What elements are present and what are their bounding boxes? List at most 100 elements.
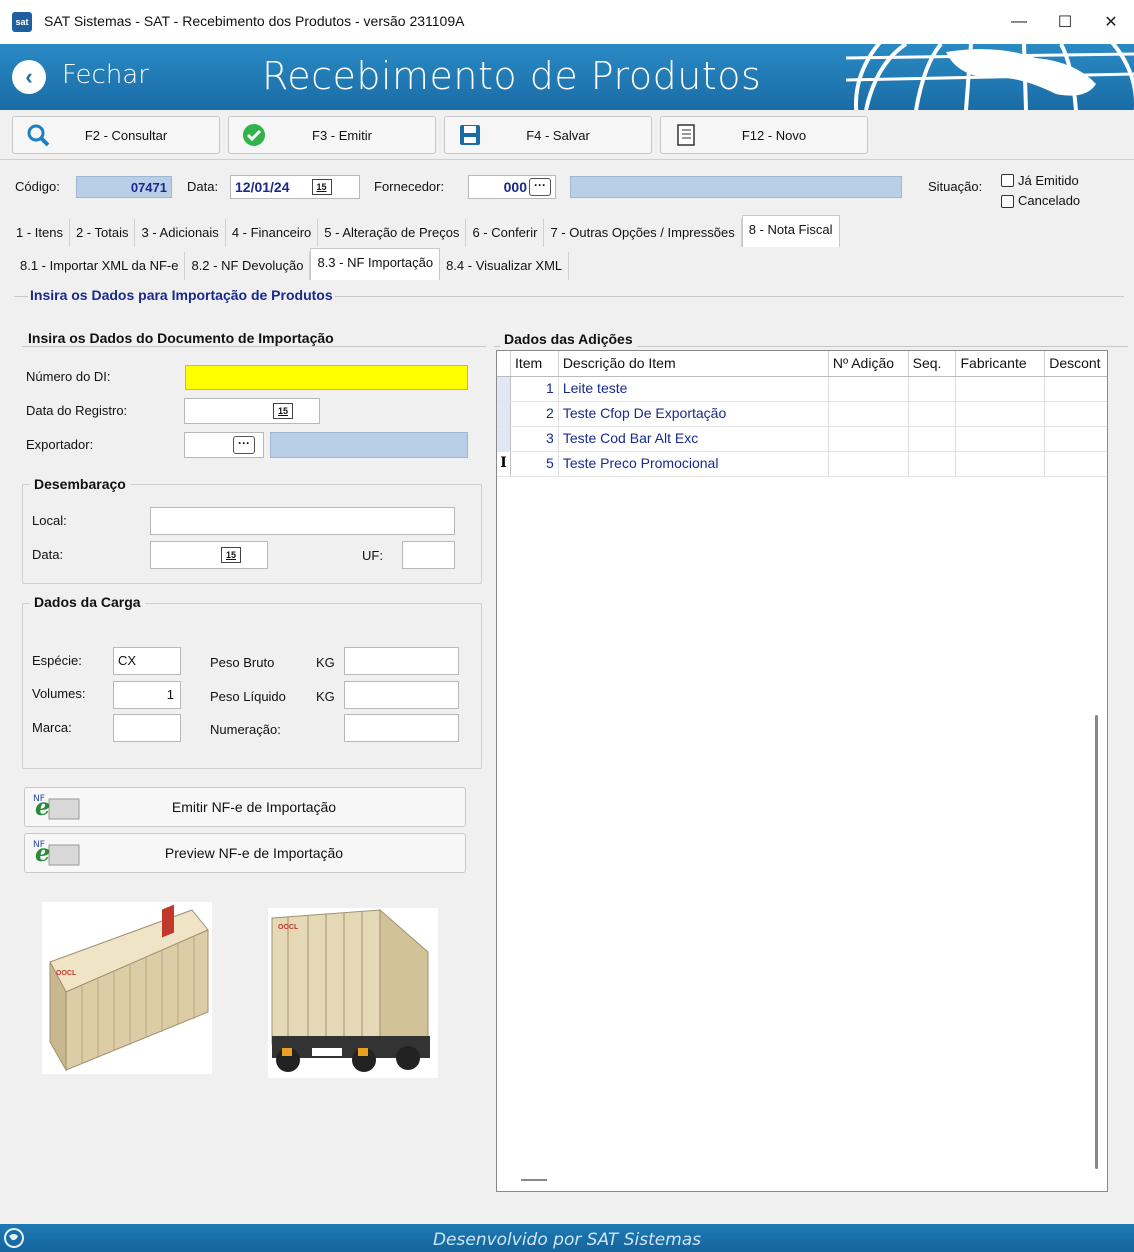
table-row[interactable]: 2 Teste Cfop De Exportação [497,402,1107,427]
desembaraco-data-input[interactable]: 15 [150,541,268,569]
col-n-adicao[interactable]: Nº Adição [829,351,909,376]
peso-liquido-unit: KG [316,689,335,704]
row-seq[interactable] [909,427,957,451]
fornecedor-name-field[interactable] [570,176,902,198]
row-indicator[interactable] [497,377,511,401]
row-indicator[interactable] [497,402,511,426]
document-list-icon [673,122,699,148]
minimize-button[interactable]: — [996,0,1042,44]
especie-input[interactable]: CX [113,647,181,675]
row-seq[interactable] [909,377,957,401]
cancelado-label: Cancelado [1018,193,1081,208]
row-desconto[interactable] [1045,427,1107,451]
tab-conferir[interactable]: 6 - Conferir [466,219,545,247]
row-n-adicao[interactable] [829,402,909,426]
fornecedor-code-field[interactable]: 000 ··· [468,175,556,199]
row-descricao: Leite teste [559,377,829,401]
row-item: 1 [511,377,559,401]
data-field[interactable]: 12/01/24 15 [230,175,360,199]
novo-button[interactable]: F12 - Novo [660,116,868,154]
row-n-adicao[interactable] [829,377,909,401]
peso-bruto-input[interactable] [344,647,459,675]
tab-nf-devolucao[interactable]: 8.2 - NF Devolução [185,252,311,280]
exportador-label: Exportador: [26,437,94,452]
col-descricao[interactable]: Descrição do Item [559,351,829,376]
calendar-icon[interactable]: 15 [221,547,241,563]
volumes-input[interactable]: 1 [113,681,181,709]
row-fabricante[interactable] [956,377,1046,401]
table-row[interactable]: 3 Teste Cod Bar Alt Exc [497,427,1107,452]
uf-label: UF: [362,548,383,563]
fornecedor-lookup-button[interactable]: ··· [529,178,551,196]
svg-text:NF: NF [33,794,45,804]
preview-nfe-importacao-button[interactable]: e NF Preview NF-e de Importação [24,833,466,873]
col-desconto[interactable]: Descont [1045,351,1107,376]
row-desconto[interactable] [1045,377,1107,401]
close-button[interactable]: ✕ [1088,0,1134,44]
exportador-code-input[interactable]: ··· [184,432,264,458]
row-descricao: Teste Cfop De Exportação [559,402,829,426]
col-seq[interactable]: Seq. [909,351,957,376]
row-desconto[interactable] [1045,452,1107,476]
carga-title: Dados da Carga [30,594,145,610]
row-fabricante[interactable] [956,452,1046,476]
calendar-icon[interactable]: 15 [273,403,293,419]
tab-outras-opcoes[interactable]: 7 - Outras Opções / Impressões [544,219,742,247]
sub-tabs: 8.1 - Importar XML da NF-e 8.2 - NF Devo… [14,248,570,280]
data-registro-input[interactable]: 15 [184,398,320,424]
peso-liquido-label: Peso Líquido [210,689,286,704]
consultar-button[interactable]: F2 - Consultar [12,116,220,154]
col-item[interactable]: Item [511,351,559,376]
nfe-icon: e NF [31,837,83,870]
tab-financeiro[interactable]: 4 - Financeiro [225,219,319,247]
exportador-lookup-button[interactable]: ··· [233,436,255,454]
row-n-adicao[interactable] [829,452,909,476]
codigo-field[interactable]: 07471 [76,176,172,198]
row-indicator[interactable]: I [497,452,511,476]
horizontal-scrollbar[interactable] [521,1179,547,1181]
emitir-button[interactable]: F3 - Emitir [228,116,436,154]
data-value: 12/01/24 [235,179,290,195]
vertical-scrollbar[interactable] [1095,715,1098,1169]
row-item: 3 [511,427,559,451]
tab-nota-fiscal[interactable]: 8 - Nota Fiscal [741,215,840,247]
peso-liquido-input[interactable] [344,681,459,709]
table-row[interactable]: I 5 Teste Preco Promocional [497,452,1107,477]
back-arrow-icon[interactable]: ‹ [12,60,46,94]
row-fabricante[interactable] [956,427,1046,451]
row-item: 5 [511,452,559,476]
tab-totais[interactable]: 2 - Totais [69,219,136,247]
local-input[interactable] [150,507,455,535]
container-logo-text: OOCL [56,970,77,977]
row-desconto[interactable] [1045,402,1107,426]
ja-emitido-checkbox[interactable] [1001,174,1014,187]
tab-nf-importacao[interactable]: 8.3 - NF Importação [310,248,441,280]
check-icon [241,122,267,148]
emitir-nfe-importacao-button[interactable]: e NF Emitir NF-e de Importação [24,787,466,827]
tab-adicionais[interactable]: 3 - Adicionais [135,219,226,247]
uf-input[interactable] [402,541,455,569]
tab-visualizar-xml[interactable]: 8.4 - Visualizar XML [440,252,570,280]
tab-importar-xml[interactable]: 8.1 - Importar XML da NF-e [14,252,186,280]
row-indicator[interactable] [497,427,511,451]
maximize-button[interactable]: ☐ [1042,0,1088,44]
cancelado-checkbox[interactable] [1001,195,1014,208]
row-seq[interactable] [909,402,957,426]
numero-di-input[interactable] [185,365,468,390]
tab-itens[interactable]: 1 - Itens [10,219,70,247]
salvar-button[interactable]: F4 - Salvar [444,116,652,154]
col-fabricante[interactable]: Fabricante [956,351,1046,376]
row-n-adicao[interactable] [829,427,909,451]
table-row[interactable]: 1 Leite teste [497,377,1107,402]
salvar-label: F4 - Salvar [526,127,590,143]
calendar-icon[interactable]: 15 [311,179,332,195]
row-seq[interactable] [909,452,957,476]
row-fabricante[interactable] [956,402,1046,426]
numeracao-input[interactable] [344,714,459,742]
marca-input[interactable] [113,714,181,742]
fechar-button[interactable]: Fechar [62,60,149,90]
exportador-name-input[interactable] [270,432,468,458]
tab-alteracao-precos[interactable]: 5 - Alteração de Preços [318,219,467,247]
especie-value: CX [118,653,137,668]
volumes-value: 1 [166,687,174,702]
